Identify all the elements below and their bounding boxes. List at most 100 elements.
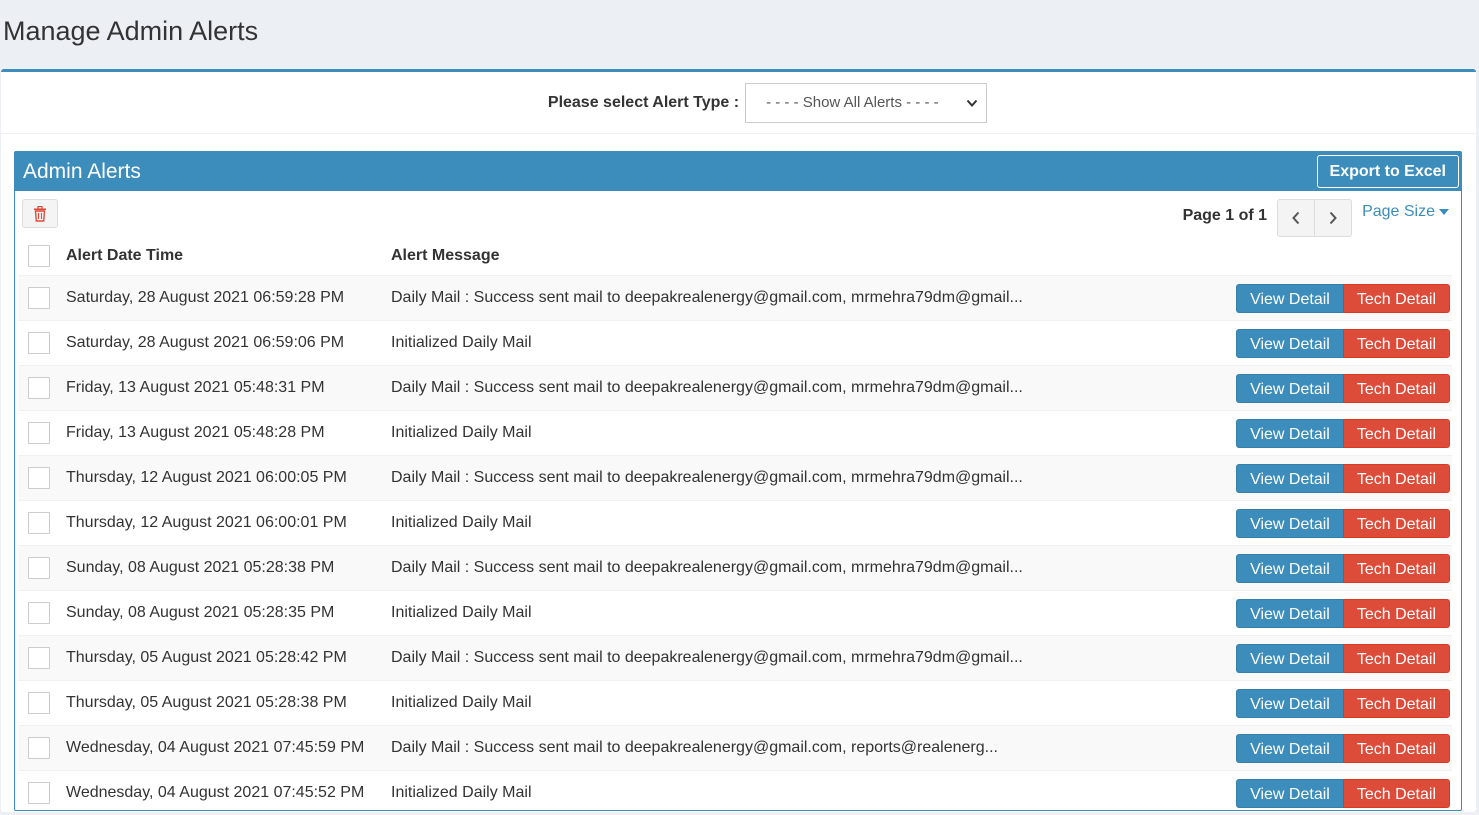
row-actions: View DetailTech Detail [1182, 771, 1452, 815]
prev-page-button[interactable] [1278, 200, 1314, 236]
alert-datetime: Wednesday, 04 August 2021 07:45:52 PM [66, 771, 391, 815]
select-all-cell [18, 237, 66, 276]
alert-message: Initialized Daily Mail [391, 681, 1182, 726]
alert-message: Daily Mail : Success sent mail to deepak… [391, 366, 1182, 411]
export-to-excel-button[interactable]: Export to Excel [1317, 155, 1459, 188]
tech-detail-button[interactable]: Tech Detail [1343, 734, 1450, 763]
view-detail-button[interactable]: View Detail [1236, 779, 1344, 808]
table-row: Thursday, 12 August 2021 06:00:05 PMDail… [18, 456, 1452, 501]
tech-detail-button[interactable]: Tech Detail [1343, 779, 1450, 808]
panel-title: Admin Alerts [23, 160, 141, 184]
alert-message: Initialized Daily Mail [391, 321, 1182, 366]
row-checkbox[interactable] [28, 557, 50, 579]
select-all-checkbox[interactable] [28, 245, 50, 267]
alert-type-filter: Please select Alert Type : - - - - Show … [1, 72, 1476, 134]
alert-datetime: Saturday, 28 August 2021 06:59:06 PM [66, 321, 391, 366]
view-detail-button[interactable]: View Detail [1236, 419, 1344, 448]
tech-detail-button[interactable]: Tech Detail [1343, 464, 1450, 493]
page-size-dropdown[interactable]: Page Size [1362, 203, 1449, 221]
row-checkbox[interactable] [28, 692, 50, 714]
tech-detail-button[interactable]: Tech Detail [1343, 554, 1450, 583]
alert-datetime: Thursday, 05 August 2021 05:28:38 PM [66, 681, 391, 726]
tech-detail-button[interactable]: Tech Detail [1343, 284, 1450, 313]
row-checkbox[interactable] [28, 647, 50, 669]
table-row: Wednesday, 04 August 2021 07:45:52 PMIni… [18, 771, 1452, 815]
tech-detail-button[interactable]: Tech Detail [1343, 419, 1450, 448]
pagination: Page 1 of 1 Page Size [1183, 199, 1449, 237]
tech-detail-button[interactable]: Tech Detail [1343, 374, 1450, 403]
alert-message: Daily Mail : Success sent mail to deepak… [391, 276, 1182, 321]
alert-type-select[interactable]: - - - - Show All Alerts - - - - [745, 83, 987, 123]
tech-detail-button[interactable]: Tech Detail [1343, 509, 1450, 538]
row-checkbox[interactable] [28, 602, 50, 624]
view-detail-button[interactable]: View Detail [1236, 734, 1344, 763]
row-actions: View DetailTech Detail [1182, 681, 1452, 726]
row-checkbox[interactable] [28, 737, 50, 759]
view-detail-button[interactable]: View Detail [1236, 599, 1344, 628]
tech-detail-button[interactable]: Tech Detail [1343, 329, 1450, 358]
table-row: Thursday, 05 August 2021 05:28:42 PMDail… [18, 636, 1452, 681]
row-checkbox[interactable] [28, 332, 50, 354]
alert-datetime: Saturday, 28 August 2021 06:59:28 PM [66, 276, 391, 321]
view-detail-button[interactable]: View Detail [1236, 374, 1344, 403]
view-detail-button[interactable]: View Detail [1236, 329, 1344, 358]
row-select-cell [18, 726, 66, 771]
row-select-cell [18, 636, 66, 681]
chevron-down-icon [966, 97, 978, 109]
table-toolbar: Page 1 of 1 Page Size [15, 191, 1461, 237]
view-detail-button[interactable]: View Detail [1236, 554, 1344, 583]
next-page-button[interactable] [1314, 200, 1351, 236]
tech-detail-button[interactable]: Tech Detail [1343, 689, 1450, 718]
row-actions: View DetailTech Detail [1182, 366, 1452, 411]
row-checkbox[interactable] [28, 467, 50, 489]
alert-message: Daily Mail : Success sent mail to deepak… [391, 456, 1182, 501]
row-actions: View DetailTech Detail [1182, 456, 1452, 501]
row-checkbox[interactable] [28, 377, 50, 399]
tech-detail-button[interactable]: Tech Detail [1343, 644, 1450, 673]
admin-alerts-panel: Admin Alerts Export to Excel Page 1 of 1 [14, 151, 1462, 811]
alert-datetime: Thursday, 05 August 2021 05:28:42 PM [66, 636, 391, 681]
alert-message: Initialized Daily Mail [391, 501, 1182, 546]
row-select-cell [18, 501, 66, 546]
row-checkbox[interactable] [28, 287, 50, 309]
row-actions: View DetailTech Detail [1182, 591, 1452, 636]
row-checkbox[interactable] [28, 512, 50, 534]
alert-datetime: Thursday, 12 August 2021 06:00:01 PM [66, 501, 391, 546]
row-actions: View DetailTech Detail [1182, 276, 1452, 321]
table-row: Sunday, 08 August 2021 05:28:35 PMInitia… [18, 591, 1452, 636]
page-title: Manage Admin Alerts [3, 16, 258, 47]
chevron-left-icon [1291, 211, 1301, 225]
row-select-cell [18, 681, 66, 726]
row-actions: View DetailTech Detail [1182, 321, 1452, 366]
chevron-right-icon [1328, 211, 1338, 225]
table-row: Wednesday, 04 August 2021 07:45:59 PMDai… [18, 726, 1452, 771]
alert-message: Initialized Daily Mail [391, 591, 1182, 636]
row-select-cell [18, 546, 66, 591]
delete-button[interactable] [22, 199, 58, 228]
alert-type-label: Please select Alert Type : [548, 94, 739, 112]
view-detail-button[interactable]: View Detail [1236, 284, 1344, 313]
view-detail-button[interactable]: View Detail [1236, 644, 1344, 673]
view-detail-button[interactable]: View Detail [1236, 464, 1344, 493]
row-select-cell [18, 591, 66, 636]
table-row: Thursday, 05 August 2021 05:28:38 PMInit… [18, 681, 1452, 726]
view-detail-button[interactable]: View Detail [1236, 509, 1344, 538]
alert-message: Daily Mail : Success sent mail to deepak… [391, 546, 1182, 591]
row-select-cell [18, 276, 66, 321]
view-detail-button[interactable]: View Detail [1236, 689, 1344, 718]
alert-datetime: Sunday, 08 August 2021 05:28:35 PM [66, 591, 391, 636]
page-indicator: Page 1 of 1 [1183, 207, 1267, 225]
page-size-label: Page Size [1362, 203, 1435, 221]
alert-type-selected-value: - - - - Show All Alerts - - - - [766, 94, 939, 111]
row-select-cell [18, 456, 66, 501]
caret-down-icon [1439, 209, 1449, 215]
table-row: Friday, 13 August 2021 05:48:28 PMInitia… [18, 411, 1452, 456]
row-select-cell [18, 366, 66, 411]
alerts-table: Alert Date Time Alert Message Saturday, … [18, 237, 1452, 815]
row-actions: View DetailTech Detail [1182, 726, 1452, 771]
tech-detail-button[interactable]: Tech Detail [1343, 599, 1450, 628]
row-checkbox[interactable] [28, 422, 50, 444]
row-select-cell [18, 411, 66, 456]
row-select-cell [18, 771, 66, 815]
row-actions: View DetailTech Detail [1182, 501, 1452, 546]
